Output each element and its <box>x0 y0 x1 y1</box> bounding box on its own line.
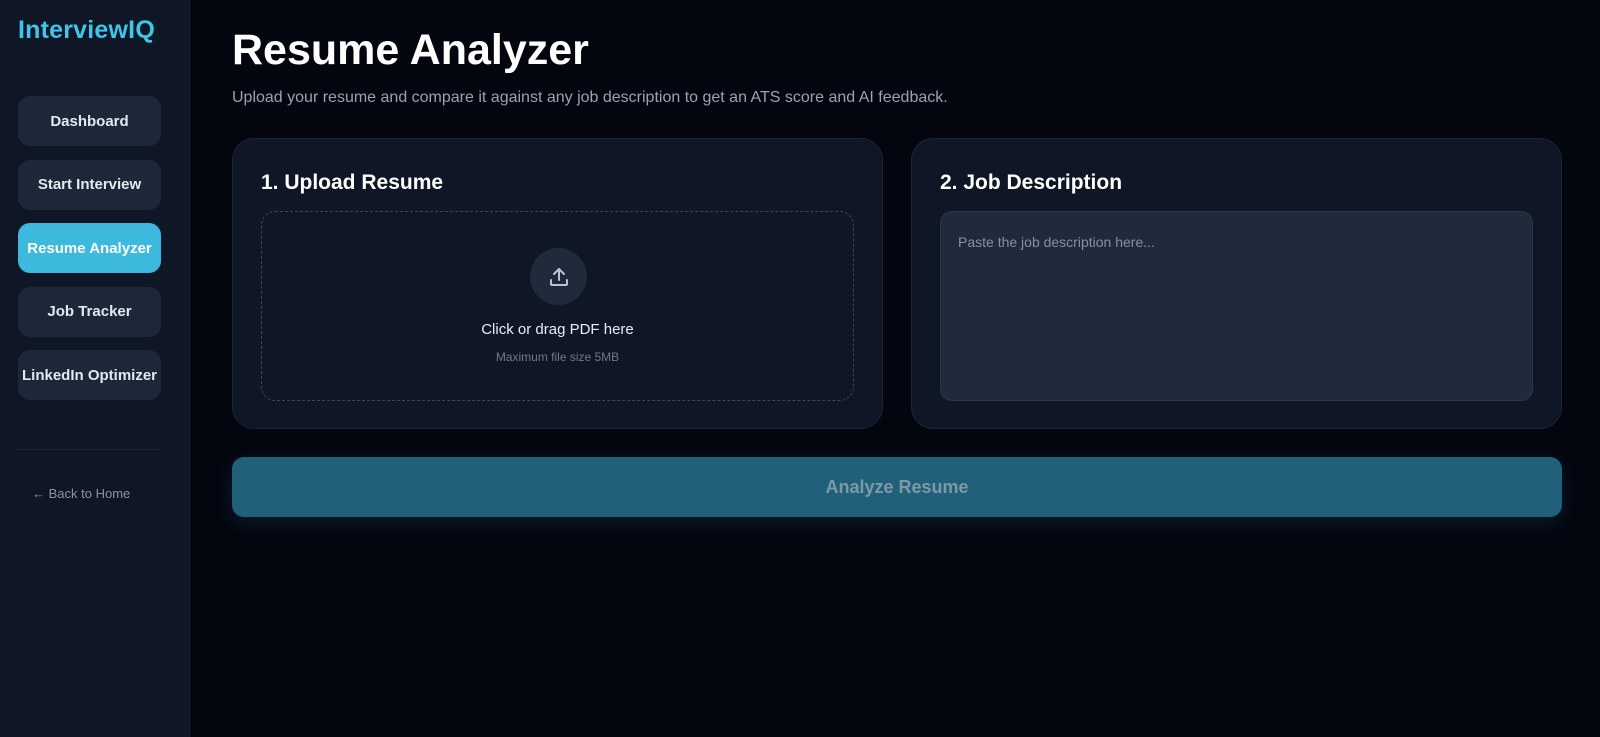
page-subtitle: Upload your resume and compare it agains… <box>232 89 948 106</box>
sidebar-item-start-interview[interactable]: Start Interview <box>18 159 161 210</box>
sidebar-item-label: Start Interview <box>37 176 142 193</box>
dropzone-hint: Maximum file size 5MB <box>495 350 620 364</box>
job-description-card: 2. Job Description <box>911 138 1562 429</box>
analyze-resume-button[interactable]: Analyze Resume <box>232 457 1562 517</box>
sidebar-item-resume-analyzer[interactable]: Resume Analyzer <box>18 223 161 273</box>
dropzone-text: Click or drag PDF here <box>481 321 634 338</box>
sidebar-item-label: Resume Analyzer <box>27 239 152 257</box>
upload-icon <box>549 267 568 286</box>
resume-dropzone[interactable]: Click or drag PDF here Maximum file size… <box>261 211 854 401</box>
sidebar-nav: Dashboard Start Interview Resume Analyze… <box>18 96 161 414</box>
sidebar-divider <box>16 449 161 450</box>
jd-card-title: 2. Job Description <box>940 171 1123 194</box>
job-description-input[interactable] <box>940 211 1533 401</box>
sidebar: InterviewIQ Dashboard Start Interview Re… <box>0 0 190 737</box>
upload-icon-badge <box>530 248 587 305</box>
upload-resume-card: 1. Upload Resume Click or drag PDF here … <box>232 138 883 429</box>
sidebar-item-label: Dashboard <box>50 112 129 130</box>
sidebar-item-linkedin-optimizer[interactable]: LinkedIn Optimizer <box>18 350 161 400</box>
sidebar-item-dashboard[interactable]: Dashboard <box>18 96 161 146</box>
sidebar-item-label: LinkedIn Optimizer <box>21 366 157 384</box>
sidebar-item-label: Job Tracker <box>47 303 132 320</box>
back-to-home-link[interactable]: ← Back to Home <box>32 486 130 501</box>
upload-card-title: 1. Upload Resume <box>261 171 444 194</box>
brand-logo[interactable]: InterviewIQ <box>18 16 155 45</box>
page-title: Resume Analyzer <box>232 26 589 74</box>
sidebar-item-job-tracker[interactable]: Job Tracker <box>18 286 161 337</box>
